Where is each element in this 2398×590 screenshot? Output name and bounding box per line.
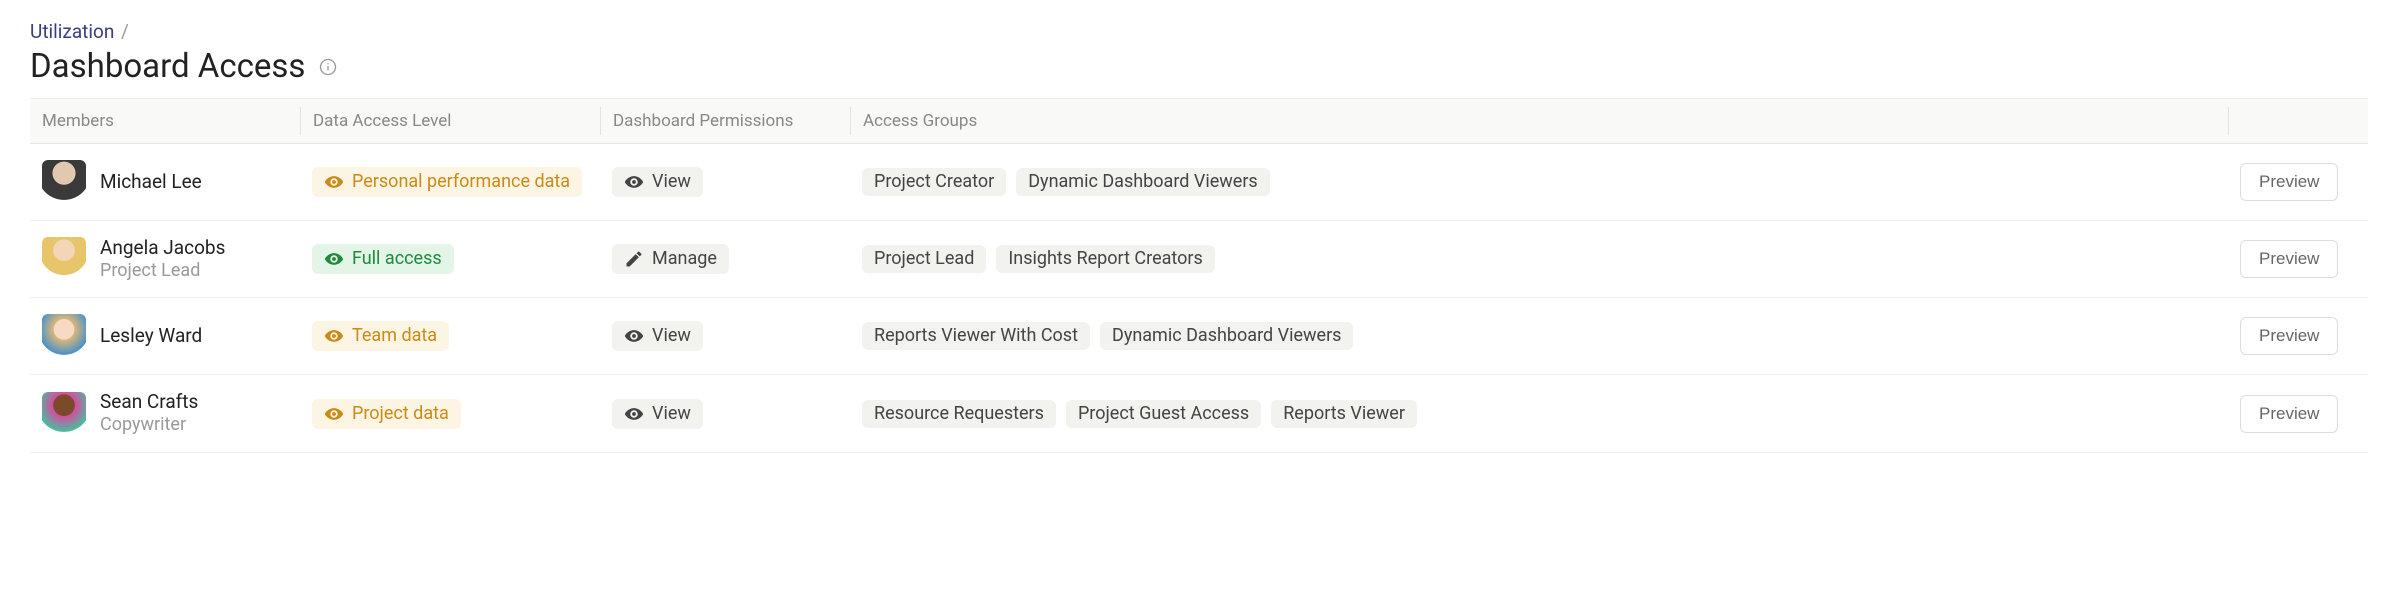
eye-icon xyxy=(624,172,644,192)
avatar xyxy=(42,314,86,358)
eye-icon xyxy=(624,404,644,424)
access-table: Members Data Access Level Dashboard Perm… xyxy=(30,98,2368,453)
cell-groups: Resource Requesters Project Guest Access R… xyxy=(850,396,2228,432)
permission-pill[interactable]: View xyxy=(612,399,703,429)
col-header-groups: Access Groups xyxy=(850,107,2228,135)
preview-button[interactable]: Preview xyxy=(2240,240,2338,278)
eye-icon xyxy=(624,326,644,346)
access-level-label: Team data xyxy=(352,327,437,345)
page-title-row: Dashboard Access xyxy=(30,47,2368,86)
cell-groups: Project Lead Insights Report Creators xyxy=(850,241,2228,277)
col-header-access: Data Access Level xyxy=(300,107,600,135)
breadcrumb-parent-link[interactable]: Utilization xyxy=(30,20,114,43)
member-name: Michael Lee xyxy=(100,171,202,194)
cell-member: Angela JacobsProject Lead xyxy=(30,233,300,285)
cell-member: Sean CraftsCopywriter xyxy=(30,387,300,439)
cell-action: Preview xyxy=(2228,391,2368,437)
preview-button[interactable]: Preview xyxy=(2240,395,2338,433)
avatar xyxy=(42,392,86,436)
table-header: Members Data Access Level Dashboard Perm… xyxy=(30,98,2368,144)
permission-pill[interactable]: View xyxy=(612,321,703,351)
cell-access-level: Full access xyxy=(300,240,600,278)
avatar xyxy=(42,160,86,204)
preview-button[interactable]: Preview xyxy=(2240,163,2338,201)
cell-action: Preview xyxy=(2228,236,2368,282)
cell-access-level: Project data xyxy=(300,395,600,433)
access-level-label: Personal performance data xyxy=(352,173,570,191)
access-group-pill[interactable]: Project Guest Access xyxy=(1066,400,1261,428)
permission-pill[interactable]: Manage xyxy=(612,244,729,274)
access-group-pill[interactable]: Project Lead xyxy=(862,245,986,273)
info-icon[interactable] xyxy=(317,56,339,78)
cell-permissions: View xyxy=(600,317,850,355)
table-row: Lesley Ward Team data View Reports Viewer W… xyxy=(30,298,2368,375)
cell-groups: Project Creator Dynamic Dashboard Viewers xyxy=(850,164,2228,200)
access-group-pill[interactable]: Project Creator xyxy=(862,168,1006,196)
access-level-label: Full access xyxy=(352,250,442,268)
cell-permissions: Manage xyxy=(600,240,850,278)
access-group-pill[interactable]: Dynamic Dashboard Viewers xyxy=(1016,168,1269,196)
eye-icon xyxy=(324,326,344,346)
permission-label: Manage xyxy=(652,250,717,268)
member-name: Lesley Ward xyxy=(100,325,202,348)
permission-pill[interactable]: View xyxy=(612,167,703,197)
access-level-pill[interactable]: Personal performance data xyxy=(312,167,582,197)
col-header-members: Members xyxy=(30,107,300,135)
table-row: Sean CraftsCopywriter Project data View Res… xyxy=(30,375,2368,452)
breadcrumb-separator: / xyxy=(121,20,129,43)
permission-label: View xyxy=(652,405,691,423)
cell-access-level: Personal performance data xyxy=(300,163,600,201)
breadcrumb: Utilization / xyxy=(30,20,2368,43)
access-level-pill[interactable]: Full access xyxy=(312,244,454,274)
eye-icon xyxy=(324,249,344,269)
page-title: Dashboard Access xyxy=(30,47,305,86)
table-row: Michael Lee Personal performance data View… xyxy=(30,144,2368,221)
member-name: Angela Jacobs xyxy=(100,237,225,260)
cell-permissions: View xyxy=(600,395,850,433)
access-group-pill[interactable]: Reports Viewer xyxy=(1271,400,1417,428)
cell-access-level: Team data xyxy=(300,317,600,355)
cell-permissions: View xyxy=(600,163,850,201)
cell-action: Preview xyxy=(2228,159,2368,205)
eye-icon xyxy=(324,404,344,424)
col-header-action xyxy=(2228,107,2368,135)
access-group-pill[interactable]: Dynamic Dashboard Viewers xyxy=(1100,322,1353,350)
preview-button[interactable]: Preview xyxy=(2240,317,2338,355)
cell-action: Preview xyxy=(2228,313,2368,359)
pencil-icon xyxy=(624,249,644,269)
cell-member: Lesley Ward xyxy=(30,310,300,362)
access-group-pill[interactable]: Insights Report Creators xyxy=(996,245,1214,273)
access-level-pill[interactable]: Project data xyxy=(312,399,461,429)
member-role: Copywriter xyxy=(100,414,198,436)
table-row: Angela JacobsProject LeadFull accessMana… xyxy=(30,221,2368,298)
col-header-perm: Dashboard Permissions xyxy=(600,107,850,135)
member-name: Sean Crafts xyxy=(100,391,198,414)
access-level-label: Project data xyxy=(352,405,449,423)
cell-groups: Reports Viewer With Cost Dynamic Dashboar… xyxy=(850,318,2228,354)
permission-label: View xyxy=(652,327,691,345)
eye-icon xyxy=(324,172,344,192)
access-group-pill[interactable]: Reports Viewer With Cost xyxy=(862,322,1090,350)
access-group-pill[interactable]: Resource Requesters xyxy=(862,400,1056,428)
cell-member: Michael Lee xyxy=(30,156,300,208)
permission-label: View xyxy=(652,173,691,191)
avatar xyxy=(42,237,86,281)
member-role: Project Lead xyxy=(100,260,225,282)
access-level-pill[interactable]: Team data xyxy=(312,321,449,351)
